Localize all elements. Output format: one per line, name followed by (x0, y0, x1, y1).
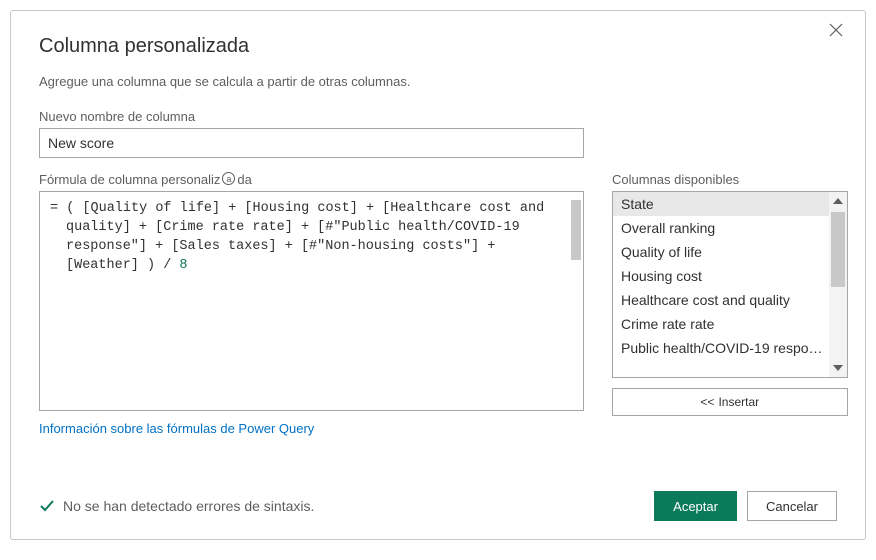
close-button[interactable] (829, 23, 849, 43)
scroll-down-button[interactable] (829, 359, 847, 377)
columns-scrollbar (829, 192, 847, 377)
formula-scrollbar-thumb[interactable] (571, 200, 581, 260)
insert-arrows-icon: << (700, 395, 714, 409)
close-icon (829, 23, 843, 37)
footer-buttons: Aceptar Cancelar (654, 491, 837, 521)
formula-number: 8 (179, 258, 187, 273)
columns-label: Columnas disponibles (612, 172, 848, 187)
insert-button[interactable]: << Insertar (612, 388, 848, 416)
list-item[interactable]: Housing cost (613, 264, 847, 288)
available-columns-list: State Overall ranking Quality of life Ho… (612, 191, 848, 378)
status-text: No se han detectado errores de sintaxis. (63, 498, 314, 514)
dialog-footer: No se han detectado errores de sintaxis.… (39, 491, 837, 521)
list-item[interactable]: Crime rate rate (613, 312, 847, 336)
column-name-input[interactable] (39, 128, 584, 158)
formula-prefix: = (50, 201, 66, 216)
chevron-down-icon (833, 365, 843, 371)
formula-text: = ( [Quality of life] + [Housing cost] +… (50, 200, 573, 276)
list-item[interactable]: Overall ranking (613, 216, 847, 240)
scroll-up-button[interactable] (829, 192, 847, 210)
list-item[interactable]: Quality of life (613, 240, 847, 264)
dialog-title: Columna personalizada (39, 35, 837, 58)
list-item[interactable]: Healthcare cost and quality (613, 288, 847, 312)
formula-label-post: da (237, 172, 251, 187)
list-item[interactable]: Public health/COVID-19 respo… (613, 336, 847, 360)
syntax-status: No se han detectado errores de sintaxis. (39, 498, 314, 514)
list-item[interactable]: State (613, 192, 847, 216)
chevron-up-icon (833, 198, 843, 204)
formula-field-label: Fórmula de columna personalizada (39, 172, 584, 187)
columns-scrollbar-thumb[interactable] (831, 212, 845, 287)
insert-label: Insertar (718, 395, 759, 409)
check-icon (39, 498, 55, 514)
name-field-label: Nuevo nombre de columna (39, 109, 837, 124)
formula-label-pre: Fórmula de columna personaliz (39, 172, 220, 187)
columns-list-inner: State Overall ranking Quality of life Ho… (613, 192, 847, 377)
custom-column-dialog: Columna personalizada Agregue una column… (10, 10, 866, 540)
power-query-help-link[interactable]: Información sobre las fórmulas de Power … (39, 421, 314, 436)
info-icon[interactable]: a (222, 172, 235, 185)
cancel-button[interactable]: Cancelar (747, 491, 837, 521)
ok-button[interactable]: Aceptar (654, 491, 737, 521)
formula-editor[interactable]: = ( [Quality of life] + [Housing cost] +… (39, 191, 584, 411)
formula-body: ( [Quality of life] + [Housing cost] + [… (66, 201, 552, 273)
dialog-subtitle: Agregue una columna que se calcula a par… (39, 74, 837, 89)
